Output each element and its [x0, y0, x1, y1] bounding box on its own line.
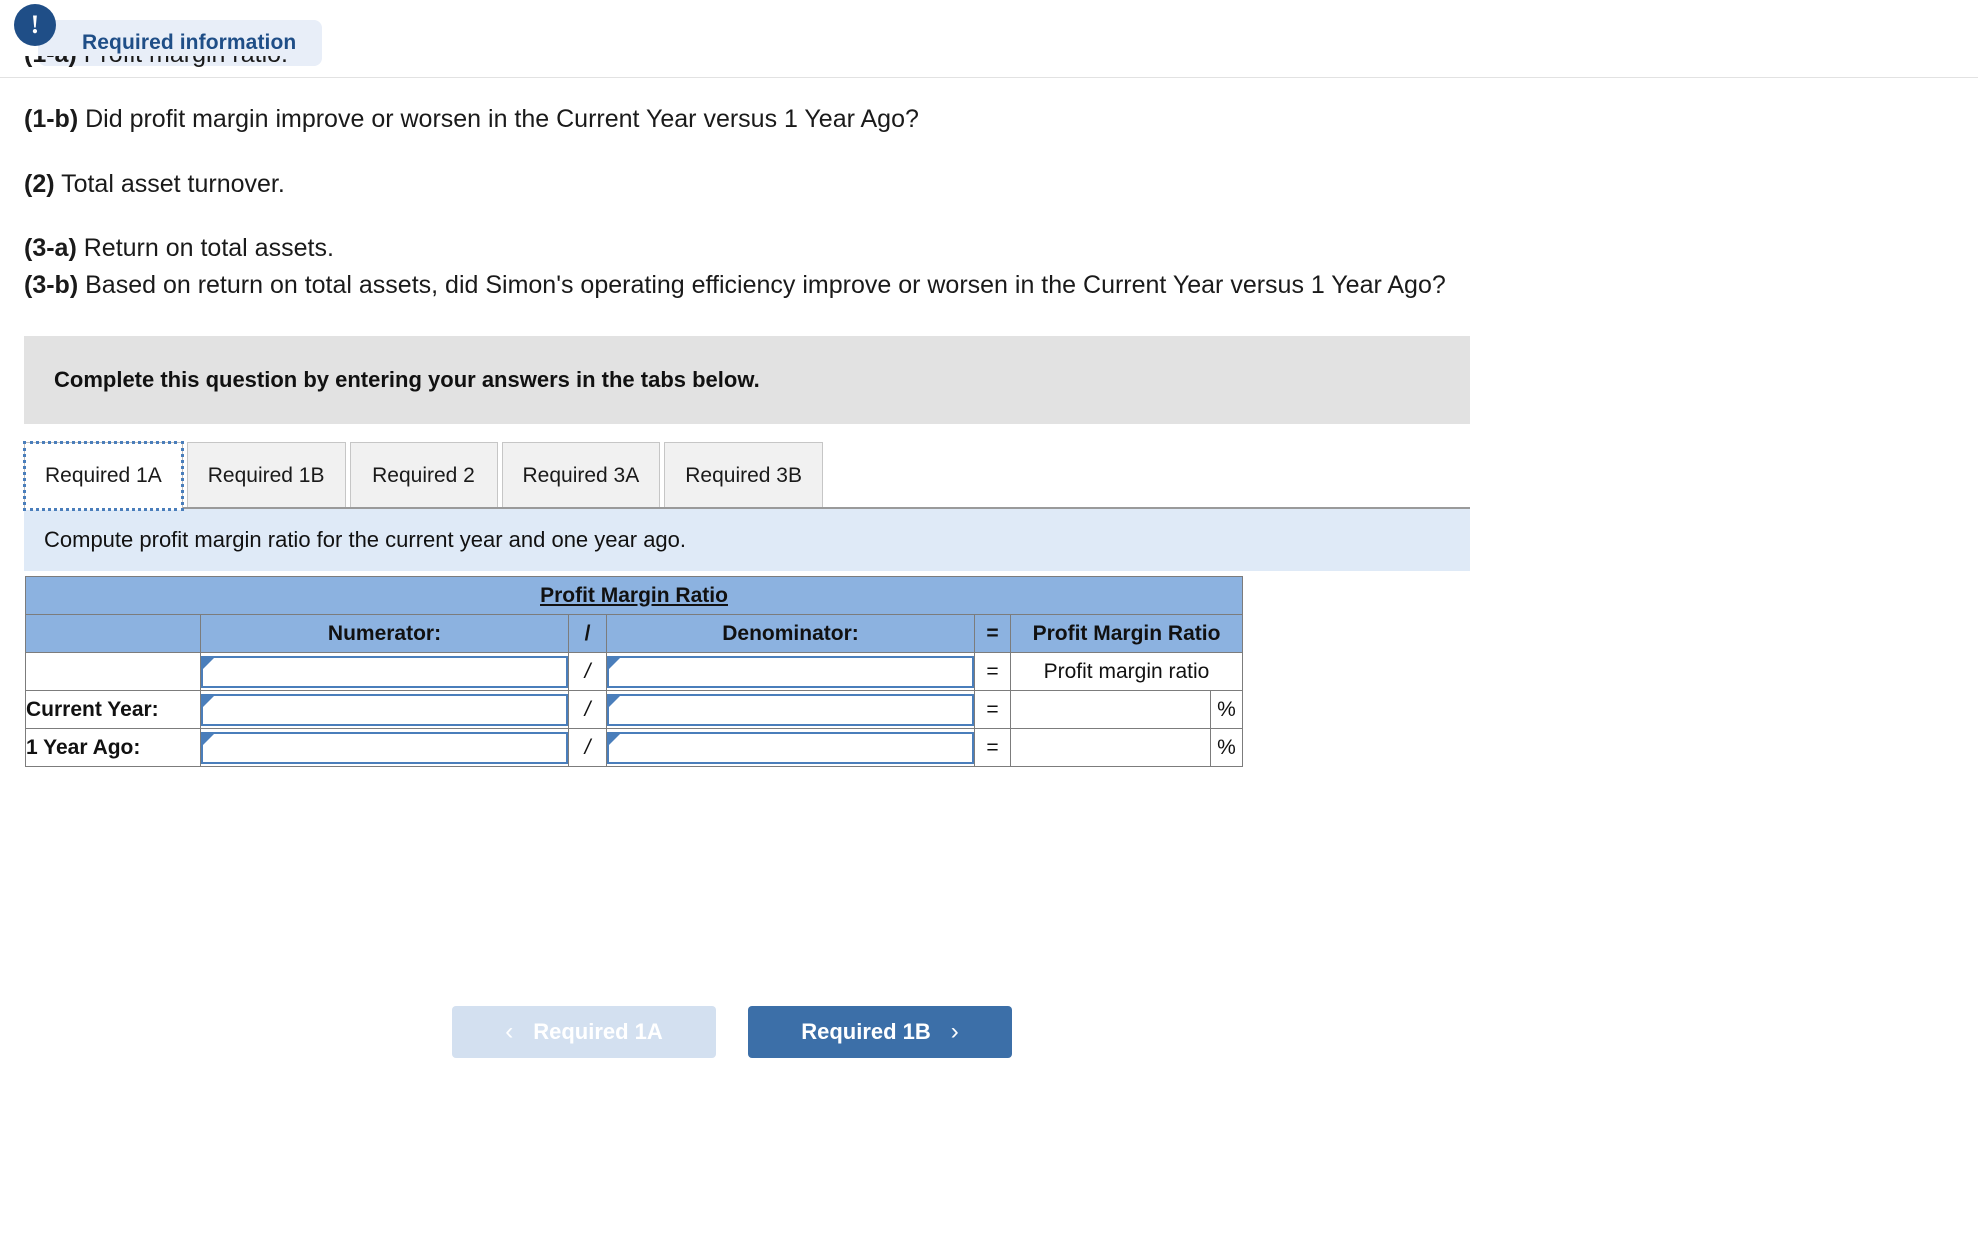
- row-2-numerator-cell: [200, 728, 569, 767]
- row-0-denominator-input[interactable]: [607, 655, 974, 688]
- row-1-numerator-input[interactable]: [201, 693, 568, 726]
- tab-instruction-bar: Compute profit margin ratio for the curr…: [24, 509, 1470, 571]
- chevron-left-icon: ‹: [505, 1018, 514, 1045]
- chevron-right-icon: ›: [950, 1018, 959, 1045]
- row-0-numerator-cell: [200, 652, 569, 691]
- header-result-cell: Profit Margin Ratio: [1010, 614, 1243, 653]
- prev-required-1a-button[interactable]: ‹ Required 1A: [452, 1006, 716, 1058]
- tab-required-1a-label: Required 1A: [45, 464, 162, 487]
- question-3a-prefix: (3-a): [24, 234, 77, 262]
- clipped-question-1a-wrapper: (1-a) Profit margin ratio.: [0, 56, 1200, 78]
- tab-required-2[interactable]: Required 2: [349, 442, 498, 510]
- question-1b-prefix: (1-b): [24, 105, 79, 133]
- row-0-result-text: Profit margin ratio: [1010, 652, 1243, 691]
- tab-instruction-text: Compute profit margin ratio for the curr…: [44, 527, 687, 552]
- table-row: / = Profit margin ratio: [25, 652, 1243, 691]
- table-row: 1 Year Ago: / = %: [25, 728, 1243, 767]
- header-denominator-cell: Denominator:: [606, 614, 975, 653]
- row-2-result-cell[interactable]: [1010, 728, 1211, 767]
- question-3a: (3-a) Return on total assets.: [24, 233, 1924, 264]
- row-2-denominator-input[interactable]: [607, 731, 974, 764]
- instruction-text: Complete this question by entering your …: [54, 367, 760, 392]
- row-1-slash: /: [568, 690, 607, 729]
- table-title-row: Profit Margin Ratio: [25, 576, 1243, 615]
- tab-required-3a[interactable]: Required 3A: [501, 442, 661, 510]
- required-information-label: Required information: [82, 31, 297, 54]
- profit-margin-ratio-table: Profit Margin Ratio Numerator: / Denomin…: [25, 576, 1243, 767]
- row-0-equals: =: [974, 652, 1011, 691]
- row-1-denominator-cell: [606, 690, 975, 729]
- header-slash-cell: /: [568, 614, 607, 653]
- tab-required-3b-label: Required 3B: [685, 464, 802, 487]
- row-2-label: 1 Year Ago:: [25, 728, 201, 767]
- question-3b-prefix: (3-b): [24, 270, 79, 299]
- row-2-slash: /: [568, 728, 607, 767]
- question-2-text: Total asset turnover.: [61, 169, 285, 198]
- question-2-prefix: (2): [24, 169, 55, 198]
- tab-required-1a[interactable]: Required 1A: [23, 441, 184, 511]
- header-label-cell: [25, 614, 201, 653]
- row-1-equals: =: [974, 690, 1011, 729]
- row-2-denominator-cell: [606, 728, 975, 767]
- instruction-box: Complete this question by entering your …: [24, 336, 1470, 424]
- row-1-result-cell[interactable]: [1010, 690, 1211, 729]
- row-1-percent: %: [1210, 690, 1243, 729]
- question-3b-text: Based on return on total assets, did Sim…: [85, 270, 1446, 299]
- header-equals-cell: =: [974, 614, 1011, 653]
- row-2-percent: %: [1210, 728, 1243, 767]
- row-0-denominator-cell: [606, 652, 975, 691]
- clipped-question-1a-prefix: (1-a): [24, 56, 77, 68]
- question-1b-text: Did profit margin improve or worsen in t…: [85, 105, 919, 133]
- row-1-denominator-input[interactable]: [607, 693, 974, 726]
- table-title-cell: Profit Margin Ratio: [25, 576, 1243, 615]
- table-row: Current Year: / = %: [25, 690, 1243, 729]
- question-3b: (3-b) Based on return on total assets, d…: [24, 270, 1924, 301]
- table-title-text: Profit Margin Ratio: [540, 583, 728, 607]
- question-2: (2) Total asset turnover.: [24, 169, 1924, 200]
- tab-bar: Required 1A Required 1B Required 2 Requi…: [23, 440, 827, 511]
- next-required-1b-button[interactable]: Required 1B ›: [748, 1006, 1012, 1058]
- row-0-slash: /: [568, 652, 607, 691]
- tab-required-3a-label: Required 3A: [522, 464, 640, 487]
- tab-required-1b[interactable]: Required 1B: [186, 442, 346, 510]
- row-2-numerator-input[interactable]: [201, 731, 568, 764]
- row-1-label: Current Year:: [25, 690, 201, 729]
- question-3a-text: Return on total assets.: [83, 234, 334, 262]
- tab-required-1b-label: Required 1B: [207, 464, 325, 487]
- row-0-label: [25, 652, 201, 691]
- row-1-numerator-cell: [200, 690, 569, 729]
- prev-button-label: Required 1A: [533, 1019, 663, 1044]
- row-2-equals: =: [974, 728, 1011, 767]
- question-list: (1-b) Did profit margin improve or worse…: [24, 104, 1924, 334]
- tab-navigation: ‹ Required 1A Required 1B ›: [452, 1006, 1012, 1058]
- clipped-question-1a: (1-a) Profit margin ratio.: [24, 56, 288, 69]
- next-button-label: Required 1B: [801, 1019, 931, 1044]
- tab-required-3b[interactable]: Required 3B: [664, 442, 823, 510]
- row-0-numerator-input[interactable]: [201, 655, 568, 688]
- table-header-row: Numerator: / Denominator: = Profit Margi…: [25, 614, 1243, 653]
- tab-required-2-label: Required 2: [372, 464, 475, 487]
- exclamation-icon: !: [14, 4, 56, 46]
- page-root: Required information ! (1-a) Profit marg…: [0, 0, 1978, 1250]
- question-1b: (1-b) Did profit margin improve or worse…: [24, 104, 1924, 135]
- header-numerator-cell: Numerator:: [200, 614, 569, 653]
- clipped-question-1a-text: Profit margin ratio.: [84, 56, 288, 68]
